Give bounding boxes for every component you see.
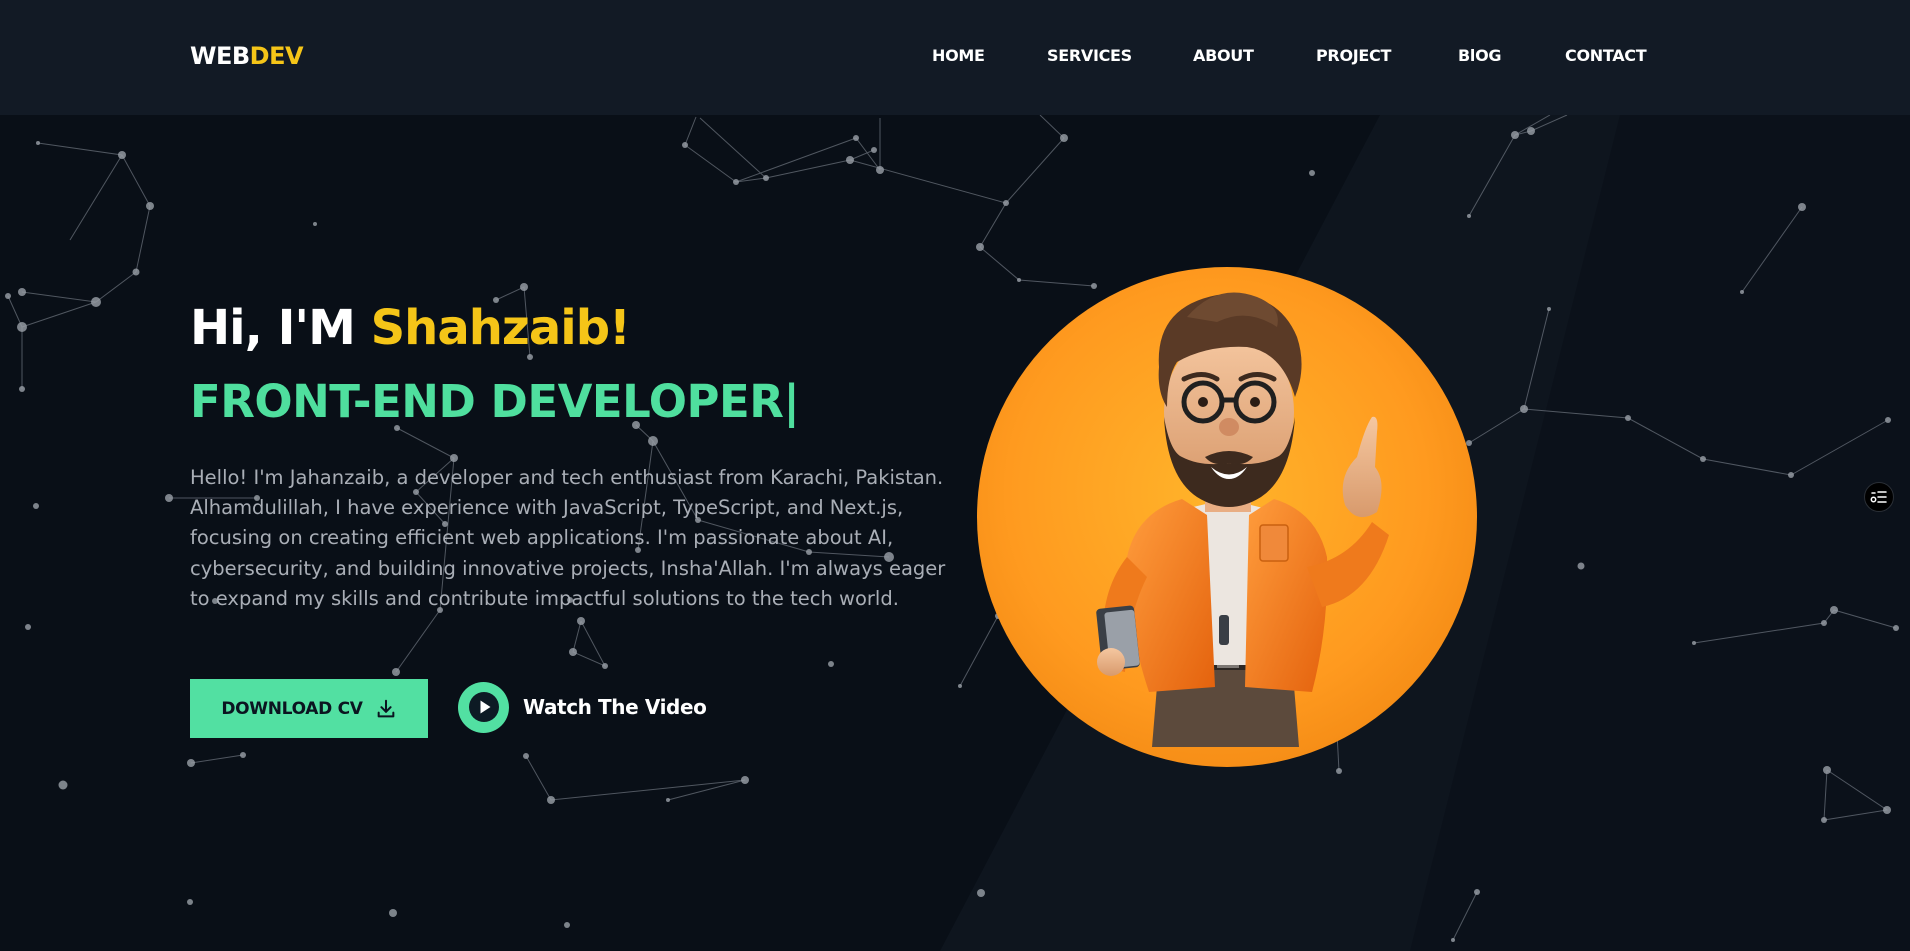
main-nav: HOME SERVICES ABOUT PROJECT BlOG CONTACT	[0, 46, 1910, 70]
site-header: WEBDEV HOME SERVICES ABOUT PROJECT BlOG …	[0, 0, 1910, 115]
nav-link-project[interactable]: PROJECT	[1316, 46, 1391, 65]
download-cv-button[interactable]: DOWNLOAD CV	[190, 679, 428, 738]
floating-widget-button[interactable]	[1864, 482, 1894, 512]
avatar-illustration	[977, 267, 1477, 767]
hero-greeting: Hi, I'M	[190, 300, 356, 356]
hero-role-typewriter: FRONT-END DEVELOPER|	[190, 375, 800, 428]
nav-link-contact[interactable]: CONTACT	[1565, 46, 1647, 65]
download-icon	[377, 699, 394, 717]
nav-link-services[interactable]: SERVICES	[1047, 46, 1132, 65]
watch-video-button[interactable]: Watch The Video	[458, 681, 707, 733]
hero-heading: Hi, I'M Shahzaib!	[190, 300, 631, 356]
hero-avatar	[977, 267, 1477, 767]
nav-link-home[interactable]: HOME	[932, 46, 985, 65]
play-button[interactable]	[458, 681, 509, 733]
hero-name: Shahzaib!	[370, 300, 631, 356]
download-cv-label: DOWNLOAD CV	[221, 698, 363, 719]
nav-link-about[interactable]: ABOUT	[1193, 46, 1254, 65]
hero-description: Hello! I'm Jahanzaib, a developer and te…	[190, 466, 946, 610]
list-settings-icon	[1870, 491, 1887, 503]
play-icon	[468, 692, 499, 722]
nav-link-blog[interactable]: BlOG	[1458, 46, 1502, 65]
watch-video-label: Watch The Video	[523, 695, 707, 719]
